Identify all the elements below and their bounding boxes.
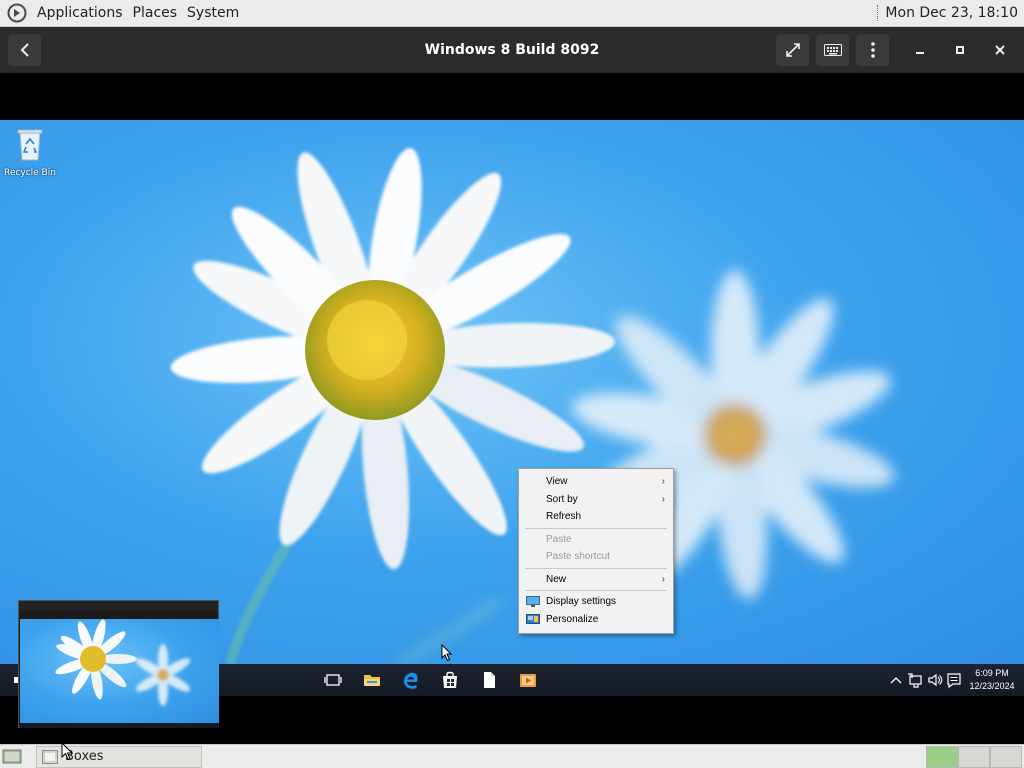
context-menu-refresh[interactable]: Refresh	[519, 508, 673, 526]
vm-display-top-border	[0, 73, 1024, 120]
show-desktop-icon[interactable]	[2, 748, 22, 765]
thumbnail-desktop	[20, 619, 219, 723]
desktop-context-menu: View › Sort by › Refresh Paste Paste short…	[518, 468, 674, 634]
boxes-app-icon	[42, 750, 58, 764]
workspace-1[interactable]	[926, 746, 958, 768]
top-panel: Applications Places System Mon Dec 23, 1…	[0, 0, 1024, 27]
maximize-icon	[956, 46, 964, 54]
chevron-right-icon: ›	[661, 476, 665, 487]
context-menu-sort-by[interactable]: Sort by ›	[519, 491, 673, 509]
chevron-right-icon: ›	[661, 493, 665, 505]
windows-desktop[interactable]: Recycle Bin View › Sort by › Refresh Paste…	[0, 120, 1024, 664]
applications-menu[interactable]: Applications	[32, 5, 128, 21]
context-menu-personalize[interactable]: Personalize	[519, 611, 673, 629]
bottom-panel: Boxes	[0, 744, 1024, 768]
minimize-icon	[916, 52, 924, 54]
fullscreen-button[interactable]	[776, 34, 809, 66]
keyboard-icon	[823, 44, 842, 56]
workspace-2[interactable]	[958, 746, 990, 768]
task-view-icon[interactable]	[323, 670, 343, 690]
workspace-3[interactable]	[990, 746, 1022, 768]
recycle-bin-desktop-icon[interactable]: Recycle Bin	[4, 127, 56, 178]
thumbnail-titlebar	[19, 601, 218, 611]
mouse-cursor-icon	[441, 644, 453, 662]
network-icon[interactable]	[907, 670, 925, 690]
places-menu[interactable]: Places	[128, 5, 183, 21]
mouse-cursor-icon	[61, 742, 74, 761]
menu-separator	[525, 527, 667, 529]
action-center-icon[interactable]	[946, 670, 962, 690]
thumbnail-taskbar	[20, 723, 219, 728]
keyboard-button[interactable]	[816, 34, 849, 66]
volume-icon[interactable]	[927, 670, 943, 690]
chevron-right-icon: ›	[661, 573, 665, 585]
distro-logo-icon[interactable]	[7, 3, 27, 23]
maximize-button[interactable]	[944, 34, 976, 66]
menu-separator	[525, 590, 667, 591]
kebab-menu-icon	[870, 42, 875, 58]
context-menu-paste-shortcut: Paste shortcut	[546, 551, 610, 562]
boxes-header-bar: Windows 8 Build 8092	[0, 27, 1024, 73]
thumbnail-wallpaper	[55, 619, 191, 706]
file-explorer-icon[interactable]	[362, 670, 382, 690]
fullscreen-icon	[785, 43, 800, 57]
store-icon[interactable]	[440, 670, 460, 690]
taskbar-time: 6:09 PM	[975, 668, 1009, 678]
context-menu-new[interactable]: New ›	[519, 571, 673, 589]
system-menu[interactable]: System	[182, 5, 244, 21]
context-menu-paste: Paste	[546, 533, 572, 545]
taskbar-clock[interactable]: 6:09 PM 12/23/2024	[966, 667, 1018, 693]
edge-browser-icon[interactable]	[401, 670, 421, 690]
display-settings-icon	[526, 596, 540, 607]
recycle-bin-label: Recycle Bin	[4, 168, 56, 178]
panel-separator	[877, 5, 879, 21]
back-button[interactable]	[8, 34, 41, 66]
context-menu-display-settings[interactable]: Display settings	[519, 593, 673, 611]
window-preview-thumbnail[interactable]	[18, 600, 219, 728]
taskbar-date: 12/23/2024	[969, 681, 1015, 691]
close-button[interactable]	[984, 34, 1016, 66]
notepad-icon[interactable]	[479, 670, 499, 690]
minimize-button[interactable]	[904, 34, 936, 66]
chevron-left-icon	[20, 43, 29, 57]
media-player-icon[interactable]	[518, 670, 538, 690]
recycle-bin-icon	[17, 129, 43, 161]
show-hidden-icons-chevron-up-icon[interactable]	[889, 670, 903, 690]
menu-button[interactable]	[856, 34, 889, 66]
close-icon	[995, 45, 1005, 55]
daisy-wallpaper	[170, 148, 895, 664]
menu-separator	[525, 567, 667, 569]
context-menu-view[interactable]: View ›	[519, 473, 673, 491]
workspace-switcher[interactable]	[926, 746, 1022, 768]
personalize-icon	[526, 613, 540, 624]
clock[interactable]: Mon Dec 23, 18:10	[885, 5, 1018, 21]
